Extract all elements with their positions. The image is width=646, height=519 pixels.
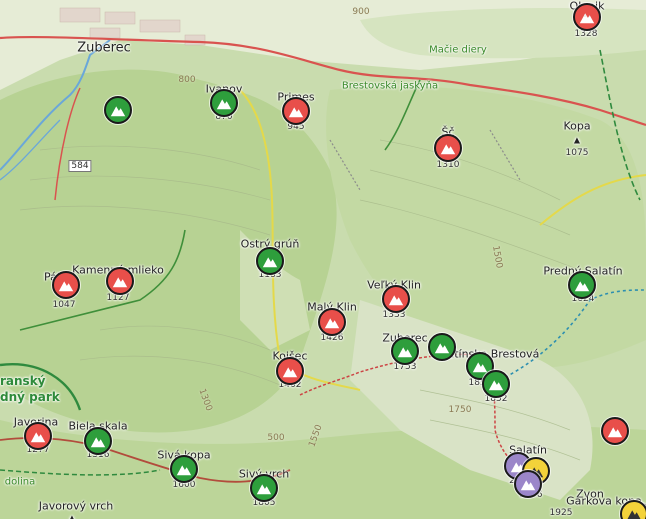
peak-marker-olenik[interactable] <box>573 3 601 31</box>
peak-marker-salatin-ridge-a[interactable] <box>428 333 456 361</box>
peak-marker-zuberec[interactable] <box>391 337 419 365</box>
peak-marker-salatin-ridge-c[interactable] <box>482 370 510 398</box>
peak-marker-primes[interactable] <box>282 97 310 125</box>
map-view[interactable]: Zuberec Mačie diery Brestovská jaskyňa K… <box>0 0 646 519</box>
peak-marker-sp-yellow[interactable] <box>620 500 646 519</box>
peak-marker-biela-skala[interactable] <box>84 427 112 455</box>
peak-marker-ivanov[interactable] <box>210 89 238 117</box>
peak-marker-velky-klin[interactable] <box>382 285 410 313</box>
peak-marker-kojsec[interactable] <box>276 357 304 385</box>
peak-marker-east[interactable] <box>601 417 629 445</box>
peak-marker-ostry-grun[interactable] <box>256 247 284 275</box>
peak-marker-palenica[interactable] <box>52 271 80 299</box>
peak-marker-javorina[interactable] <box>24 422 52 450</box>
peak-marker-sivy-kopa[interactable] <box>170 455 198 483</box>
peak-marker-maly-klin[interactable] <box>318 308 346 336</box>
peak-marker-salatin-purple-b[interactable] <box>514 470 542 498</box>
peak-marker-kamenne[interactable] <box>106 267 134 295</box>
peak-marker-sivy-vrch[interactable] <box>250 474 278 502</box>
peak-marker-green-north[interactable] <box>104 96 132 124</box>
peak-marker-predny-salatin[interactable] <box>568 271 596 299</box>
peak-marker-skc[interactable] <box>434 134 462 162</box>
